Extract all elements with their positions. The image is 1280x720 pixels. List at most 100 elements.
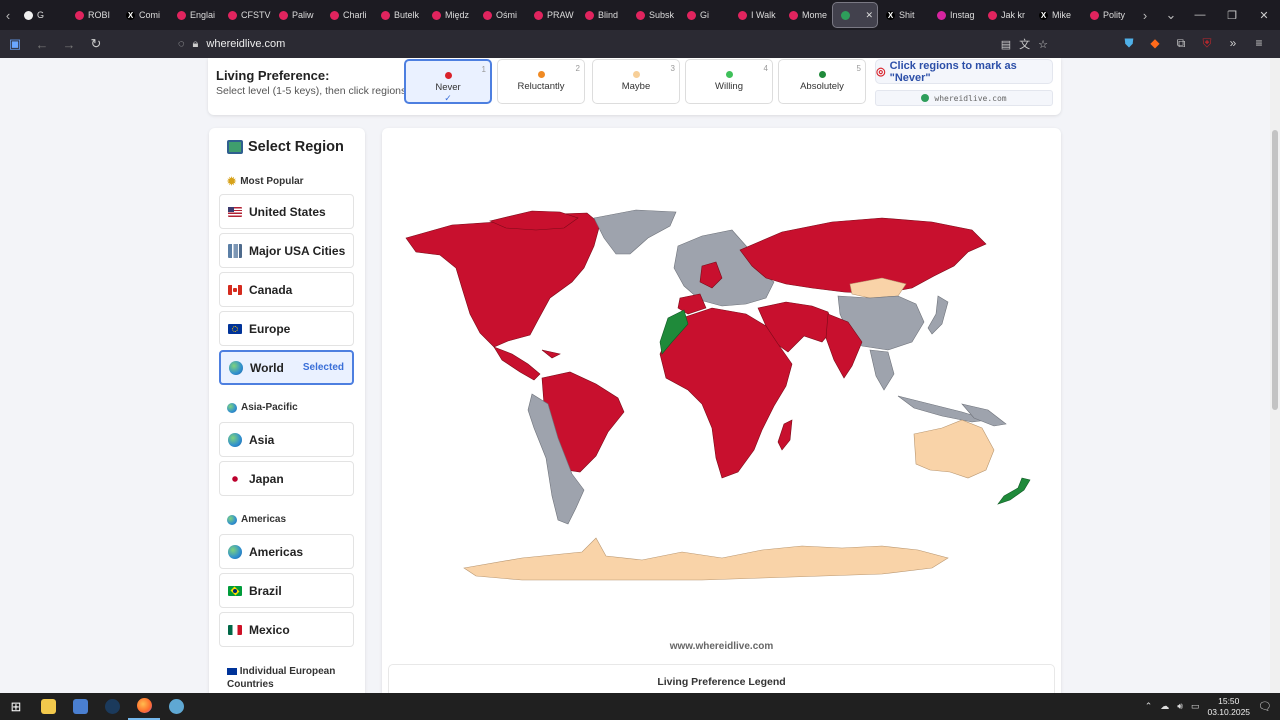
firefox-icon[interactable] [128,693,160,720]
network-icon[interactable]: ▭ [1191,701,1200,712]
region-japan[interactable]: Japan [219,461,354,496]
region-madagascar[interactable] [777,419,793,451]
browser-tab[interactable]: PRAW [526,2,577,28]
tab-scroll-left-icon[interactable]: ‹ [0,8,16,23]
browser-tab[interactable]: ROBI [67,2,118,28]
browser-tab[interactable]: Ośmi [475,2,526,28]
tab-favicon-icon [177,10,186,20]
page-scrollbar[interactable] [1270,58,1280,693]
reload-icon[interactable]: ↻ [84,33,108,55]
map-book-icon [227,140,243,154]
region-label: United States [249,204,326,219]
section-title: Most Popular [240,176,304,187]
back-icon[interactable]: ← [30,33,54,55]
address-bar[interactable]: ◌ 🔒︎ whereidlive.com ▤ 文 ☆ [178,33,1048,55]
browser-tab[interactable]: Butelk [373,2,424,28]
volume-icon[interactable]: 🔊︎ [1177,701,1183,712]
region-north-america[interactable] [405,212,601,348]
region-southeast-asia[interactable] [869,349,895,391]
star-icon: ✹ [227,176,237,188]
bookmark-star-icon[interactable]: ☆ [1038,38,1048,51]
level-absolutely-button[interactable]: 5 Absolutely [778,59,866,104]
region-mexico[interactable]: Mexico [219,612,354,647]
ublock-icon[interactable]: ⛨ [1198,33,1216,53]
world-map[interactable] [382,128,1061,628]
close-window-icon[interactable]: ✕ [1248,9,1280,22]
region-central-america[interactable] [493,346,541,381]
notifications-icon[interactable]: 🗨︎ [1258,700,1272,713]
browser-tab[interactable]: Mome [781,2,832,28]
fox-extension-icon[interactable]: ◆ [1146,33,1164,53]
section-asia-pacific: Asia-Pacific [227,402,298,413]
tab-favicon-icon [738,10,747,20]
tray-expand-icon[interactable]: ⌃ [1145,701,1153,712]
region-japan-map[interactable] [927,295,949,335]
sidebar-toggle-icon[interactable]: ▣ [3,33,27,55]
region-europe[interactable]: Europe [219,311,354,346]
scrollbar-thumb[interactable] [1272,130,1278,410]
vpn-shield-icon[interactable]: ⛊ [1120,33,1138,53]
lock-icon[interactable]: 🔒︎ [193,38,199,51]
globe-icon [921,94,930,102]
level-willing-button[interactable]: 4 Willing [685,59,773,104]
browser-tab[interactable]: X Comi [118,2,169,28]
region-caribbean[interactable] [541,349,561,359]
browser-tab[interactable]: X Shit [878,2,929,28]
region-canada[interactable]: Canada [219,272,354,307]
level-never-button[interactable]: 1 Never ✓ [404,59,492,104]
tab-title: Blind [598,10,619,20]
browser-tab[interactable]: G [16,2,67,28]
hamburger-menu-icon[interactable]: ≡ [1250,33,1268,53]
browser-tab[interactable]: Międz [424,2,475,28]
browser-tab[interactable]: Blind [577,2,628,28]
level-color-dot [444,72,452,79]
region-new-zealand[interactable] [997,477,1031,505]
region-label: Brazil [249,583,282,598]
app-icon[interactable] [160,693,192,720]
forward-icon[interactable]: → [57,33,81,55]
browser-tab[interactable]: Paliw [271,2,322,28]
browser-tab[interactable]: Englai [169,2,220,28]
browser-tab[interactable]: Jak kr [980,2,1031,28]
restore-icon[interactable]: ❐ [1216,9,1248,22]
tracking-shield-icon[interactable]: ◌ [178,38,185,50]
extensions-icon[interactable]: ⧉ [1172,33,1190,53]
file-explorer-icon[interactable] [32,693,64,720]
overflow-menu-icon[interactable]: » [1224,33,1242,53]
steam-icon[interactable] [96,693,128,720]
minimize-icon[interactable]: — [1184,9,1216,22]
browser-tab[interactable]: ✕ [832,2,878,28]
region-americas[interactable]: Americas [219,534,354,569]
region-greenland[interactable] [593,209,677,255]
taskbar-clock[interactable]: 15:50 03.10.2025 [1207,696,1250,718]
level-maybe-button[interactable]: 3 Maybe [592,59,680,104]
browser-tab[interactable]: Charli [322,2,373,28]
windows-start-icon[interactable]: ⊞ [0,693,32,720]
region-australia[interactable] [913,419,995,479]
browser-tab[interactable]: CFSTV [220,2,271,28]
tab-list-chevron-icon[interactable]: ⌄ [1163,7,1179,23]
level-color-dot [818,71,826,78]
region-asia[interactable]: Asia [219,422,354,457]
onedrive-icon[interactable]: ☁ [1160,701,1169,712]
remote-desktop-icon[interactable] [64,693,96,720]
tab-scroll-right-icon[interactable]: › [1137,8,1153,23]
browser-tab[interactable]: I Walk [730,2,781,28]
browser-tab[interactable]: Gi [679,2,730,28]
translate-icon[interactable]: 文 [1019,36,1030,52]
browser-tab[interactable]: Polity [1082,2,1133,28]
region-world[interactable]: World Selected [219,350,354,385]
preference-toolbar: Living Preference: Select level (1-5 key… [208,58,1061,115]
region-major-usa-cities[interactable]: Major USA Cities [219,233,354,268]
region-united-states[interactable]: United States [219,194,354,229]
browser-tab[interactable]: Instag [929,2,980,28]
reader-view-icon[interactable]: ▤ [1001,38,1011,51]
browser-tab[interactable]: Subsk [628,2,679,28]
region-antarctica[interactable] [463,537,949,581]
mexico-flag-icon [228,624,242,635]
level-reluctantly-button[interactable]: 2 Reluctantly [497,59,585,104]
tab-close-icon[interactable]: ✕ [865,10,873,21]
url-text[interactable]: whereidlive.com [206,38,285,50]
region-brazil[interactable]: Brazil [219,573,354,608]
browser-tab[interactable]: X Mike [1031,2,1082,28]
